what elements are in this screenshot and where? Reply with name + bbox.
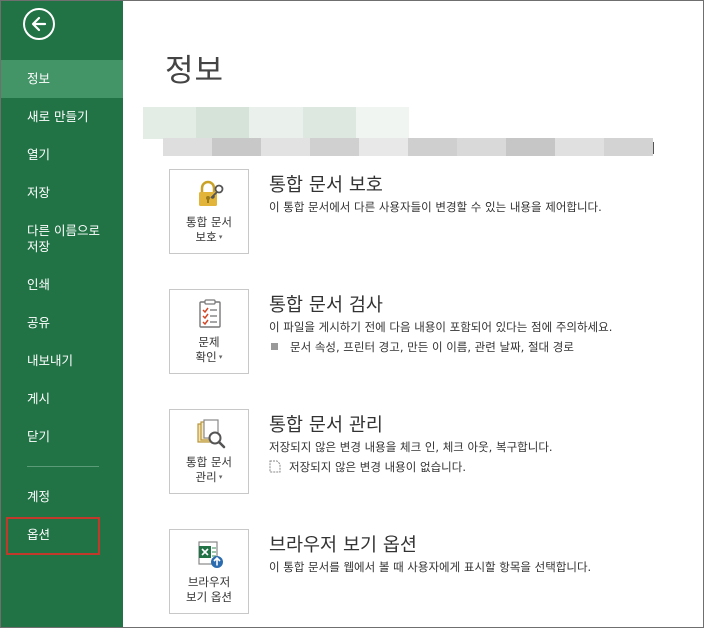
manage-workbook-icon [197,419,226,449]
sidebar-item-share[interactable]: 공유 [1,315,123,331]
card-label-line2: 보기 옵션 [186,590,232,604]
bullet-text: 저장되지 않은 변경 내용이 없습니다. [289,460,466,474]
protect-workbook-button[interactable]: 통합 문서 보호 [169,169,249,254]
options-highlight-box [6,517,100,555]
app-window: 정보 새로 만들기 열기 저장 다른 이름으로 저장 인쇄 공유 내보내기 게시… [0,0,704,628]
document-icon [269,460,281,473]
section-title: 통합 문서 관리 [269,415,383,436]
card-label-line2: 확인 [170,350,248,365]
sidebar-item-close[interactable]: 닫기 [1,429,123,445]
sidebar-item-label: 정보 [27,71,51,86]
inspect-checklist-icon [199,299,221,328]
card-label: 통합 문서 보호 [170,215,248,245]
browser-view-options-button[interactable]: 브라우저 보기 옵션 [169,529,249,614]
page-title: 정보 [165,53,225,89]
browser-excel-icon [198,541,223,568]
section-title: 브라우저 보기 옵션 [269,535,417,556]
back-arrow-icon [31,16,47,32]
sidebar-item-publish[interactable]: 게시 [1,391,123,407]
card-label: 통합 문서 관리 [170,455,248,485]
sidebar-item-label: 닫기 [27,429,51,444]
sidebar-item-label: 게시 [27,391,51,406]
bullet-square-icon [271,343,278,350]
section-bullet: 문서 속성, 프린터 경고, 만든 이 이름, 관련 날짜, 절대 경로 [269,339,574,355]
text-cursor [653,142,654,154]
info-pane: 정보 통합 문서 보호 ▾ 통합 문서 보호 이 통합 문서에서 다른 사용자들… [123,1,703,627]
section-description: 저장되지 않은 변경 내용을 체크 인, 체크 아웃, 복구합니다. [269,440,553,454]
bullet-text: 문서 속성, 프린터 경고, 만든 이 이름, 관련 날짜, 절대 경로 [290,340,574,354]
section-title: 통합 문서 보호 [269,175,383,196]
card-label-line1: 브라우저 [187,575,231,589]
section-bullet: 저장되지 않은 변경 내용이 없습니다. [269,459,466,475]
redacted-file-path [163,138,653,156]
sidebar-item-label: 새로 만들기 [27,109,89,124]
sidebar-item-save-as[interactable]: 다른 이름으로 저장 [1,223,123,255]
card-label-line2: 관리 [170,470,248,485]
sidebar-item-info[interactable]: 정보 [1,60,123,98]
backstage-sidebar: 정보 새로 만들기 열기 저장 다른 이름으로 저장 인쇄 공유 내보내기 게시… [1,1,123,627]
manage-workbook-button[interactable]: 통합 문서 관리 [169,409,249,494]
sidebar-item-label: 열기 [27,147,51,162]
card-label: 브라우저 보기 옵션 [170,575,248,605]
sidebar-item-print[interactable]: 인쇄 [1,277,123,293]
card-label-line1: 통합 문서 [186,215,232,229]
card-label-line1: 문제 [198,335,220,349]
sidebar-item-label: 계정 [27,489,51,504]
sidebar-item-label: 공유 [27,315,51,330]
redacted-filename [143,107,410,139]
card-label-line1: 통합 문서 [186,455,232,469]
sidebar-item-label: 다른 이름으로 저장 [27,223,100,254]
section-description: 이 통합 문서에서 다른 사용자들이 변경할 수 있는 내용을 제어합니다. [269,200,602,214]
sidebar-item-label: 저장 [27,185,51,200]
section-description: 이 통합 문서를 웹에서 볼 때 사용자에게 표시할 항목을 선택합니다. [269,560,592,574]
lock-key-icon [199,180,224,206]
sidebar-item-save[interactable]: 저장 [1,185,123,201]
sidebar-item-export[interactable]: 내보내기 [1,353,123,369]
sidebar-item-account[interactable]: 계정 [1,489,123,505]
sidebar-divider [27,466,99,467]
sidebar-item-label: 인쇄 [27,277,51,292]
card-label: 문제 확인 [170,335,248,365]
back-button[interactable] [23,8,55,40]
sidebar-item-label: 내보내기 [27,353,74,368]
check-for-issues-button[interactable]: 문제 확인 [169,289,249,374]
card-label-line2: 보호 [170,230,248,245]
sidebar-item-open[interactable]: 열기 [1,147,123,163]
section-title: 통합 문서 검사 [269,295,383,316]
section-description: 이 파일을 게시하기 전에 다음 내용이 포함되어 있다는 점에 주의하세요. [269,320,613,334]
sidebar-item-new[interactable]: 새로 만들기 [1,109,123,125]
